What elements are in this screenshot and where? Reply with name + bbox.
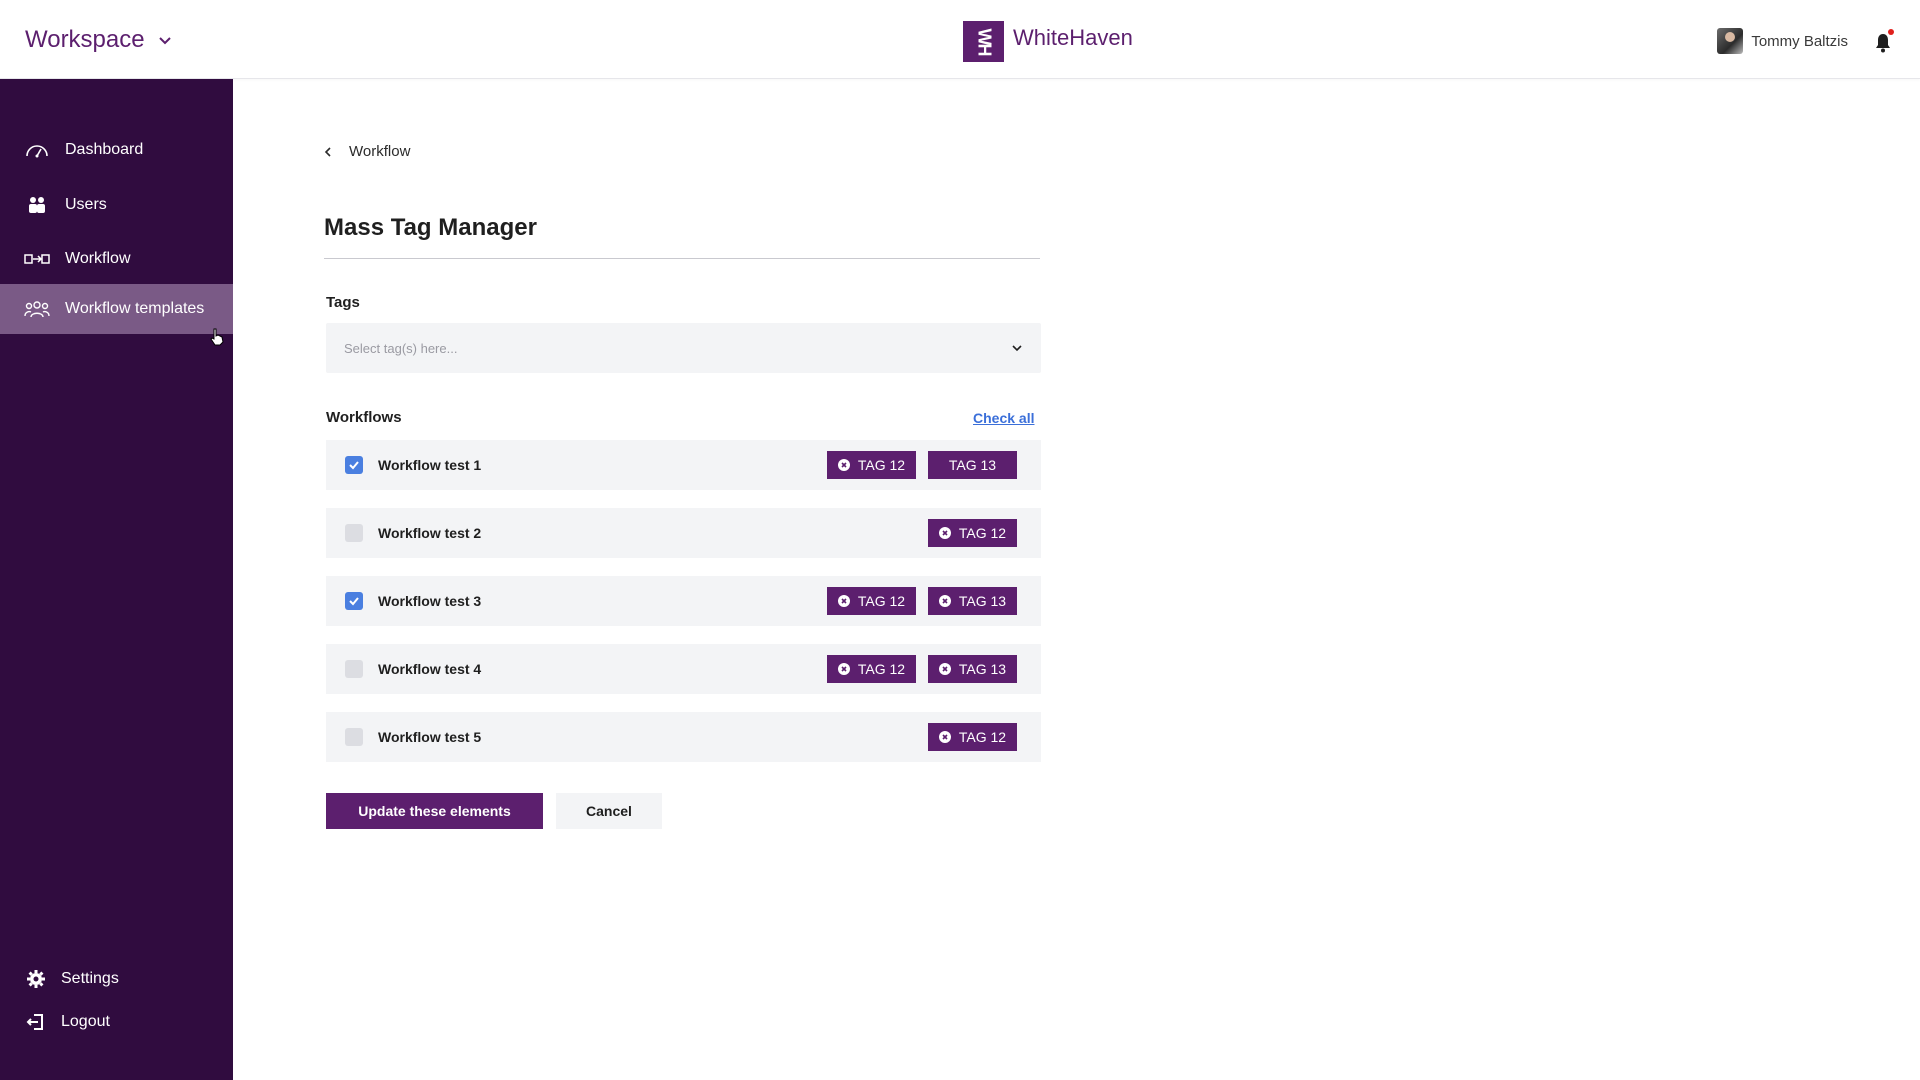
workflow-checkbox[interactable] [345, 660, 363, 678]
sidebar-item-label: Users [65, 196, 107, 213]
sidebar-item-users[interactable]: Users [0, 180, 233, 230]
top-bar: Workspace WH WhiteHaven Tommy Baltzis [0, 0, 1920, 79]
workflow-tags: TAG 12 [928, 519, 1017, 547]
workflow-name: Workflow test 1 [378, 457, 482, 473]
workflow-checkbox[interactable] [345, 592, 363, 610]
chevron-left-icon [324, 146, 331, 157]
tag-label: TAG 13 [948, 457, 997, 473]
tags-placeholder: Select tag(s) here... [344, 340, 458, 356]
tag-label: TAG 12 [958, 729, 1007, 745]
tag-chip: TAG 12 [928, 723, 1017, 751]
sidebar-item-workflow[interactable]: Workflow [0, 234, 233, 284]
workflow-row: Workflow test 5 TAG 12 [326, 712, 1041, 762]
brand-name: WhiteHaven [1013, 24, 1133, 50]
workflow-row: Workflow test 4 TAG 12 TAG 13 [326, 644, 1041, 694]
workspace-label: Workspace [25, 26, 145, 53]
workflow-tags: TAG 12 TAG 13 [827, 451, 1017, 479]
workspace-switcher[interactable]: Workspace [25, 26, 173, 54]
tag-label: TAG 12 [857, 457, 906, 473]
breadcrumb[interactable]: Workflow [323, 143, 410, 160]
update-button[interactable]: Update these elements [326, 793, 543, 829]
workflow-tags: TAG 12 TAG 13 [827, 587, 1017, 615]
tag-label: TAG 13 [958, 593, 1007, 609]
sidebar-item-label: Dashboard [65, 141, 144, 158]
remove-tag-icon[interactable] [837, 663, 850, 675]
user-menu[interactable]: Tommy Baltzis [1717, 28, 1848, 54]
workflow-tags: TAG 12 TAG 13 [827, 655, 1017, 683]
workflow-name: Workflow test 2 [378, 525, 482, 541]
tag-chip: TAG 13 [928, 451, 1017, 479]
check-all-link[interactable]: Check all [973, 410, 1034, 426]
tag-label: TAG 13 [958, 661, 1007, 677]
chevron-down-icon [158, 37, 171, 45]
tag-chip: TAG 12 [827, 451, 916, 479]
page-title: Mass Tag Manager [324, 214, 537, 241]
workflows-label: Workflows [326, 409, 402, 426]
remove-tag-icon[interactable] [938, 595, 951, 607]
remove-tag-icon[interactable] [938, 527, 951, 539]
main-content: Workflow Mass Tag Manager Tags Select ta… [233, 79, 1920, 1080]
avatar [1717, 28, 1744, 54]
sidebar-item-settings[interactable]: Settings [0, 961, 233, 997]
logout-icon [26, 1012, 46, 1032]
workflow-row: Workflow test 1 TAG 12 TAG 13 [326, 440, 1041, 490]
sidebar: Dashboard Users Workflow Workflow templa… [0, 79, 233, 1080]
workflow-templates-icon [24, 299, 50, 319]
sidebar-item-workflow-templates[interactable]: Workflow templates [0, 284, 233, 334]
workflow-name: Workflow test 3 [378, 593, 482, 609]
title-divider [324, 258, 1040, 259]
users-icon [24, 195, 50, 215]
tag-label: TAG 12 [958, 525, 1007, 541]
tag-label: TAG 12 [857, 593, 906, 609]
sidebar-item-label: Logout [61, 1013, 110, 1030]
workflow-checkbox[interactable] [345, 728, 363, 746]
sidebar-item-logout[interactable]: Logout [0, 1004, 233, 1040]
bell-icon[interactable] [1874, 33, 1892, 53]
workflow-name: Workflow test 5 [378, 729, 482, 745]
user-name: Tommy Baltzis [1751, 32, 1848, 50]
remove-tag-icon[interactable] [837, 459, 850, 471]
sidebar-item-label: Workflow templates [65, 300, 205, 317]
tag-label: TAG 12 [857, 661, 906, 677]
tag-chip: TAG 13 [928, 655, 1017, 683]
tags-select[interactable]: Select tag(s) here... [326, 323, 1041, 373]
tag-chip: TAG 12 [928, 519, 1017, 547]
notification-dot [1888, 29, 1894, 35]
workflow-tags: TAG 12 [928, 723, 1017, 751]
tag-chip: TAG 13 [928, 587, 1017, 615]
remove-tag-icon[interactable] [938, 663, 951, 675]
hand-cursor-icon [210, 328, 224, 346]
breadcrumb-label: Workflow [349, 143, 411, 160]
remove-tag-icon[interactable] [938, 731, 951, 743]
workflow-icon [24, 249, 50, 269]
workflow-checkbox[interactable] [345, 456, 363, 474]
brand-logo: WH [963, 21, 1004, 62]
tags-label: Tags [326, 294, 360, 311]
remove-tag-icon[interactable] [837, 595, 850, 607]
checkmark-icon [349, 461, 359, 470]
checkmark-icon [349, 597, 359, 606]
chevron-down-icon [1012, 345, 1022, 352]
brand: WH WhiteHaven [963, 21, 1133, 62]
gear-icon [26, 969, 46, 989]
sidebar-item-label: Workflow [65, 250, 131, 267]
tag-chip: TAG 12 [827, 587, 916, 615]
cancel-button[interactable]: Cancel [556, 793, 662, 829]
tag-chip: TAG 12 [827, 655, 916, 683]
workflow-name: Workflow test 4 [378, 661, 482, 677]
sidebar-item-label: Settings [61, 970, 119, 987]
sidebar-item-dashboard[interactable]: Dashboard [0, 125, 233, 175]
dashboard-gauge-icon [24, 140, 50, 160]
workflow-row: Workflow test 2 TAG 12 [326, 508, 1041, 558]
workflow-checkbox[interactable] [345, 524, 363, 542]
workflow-row: Workflow test 3 TAG 12 TAG 13 [326, 576, 1041, 626]
